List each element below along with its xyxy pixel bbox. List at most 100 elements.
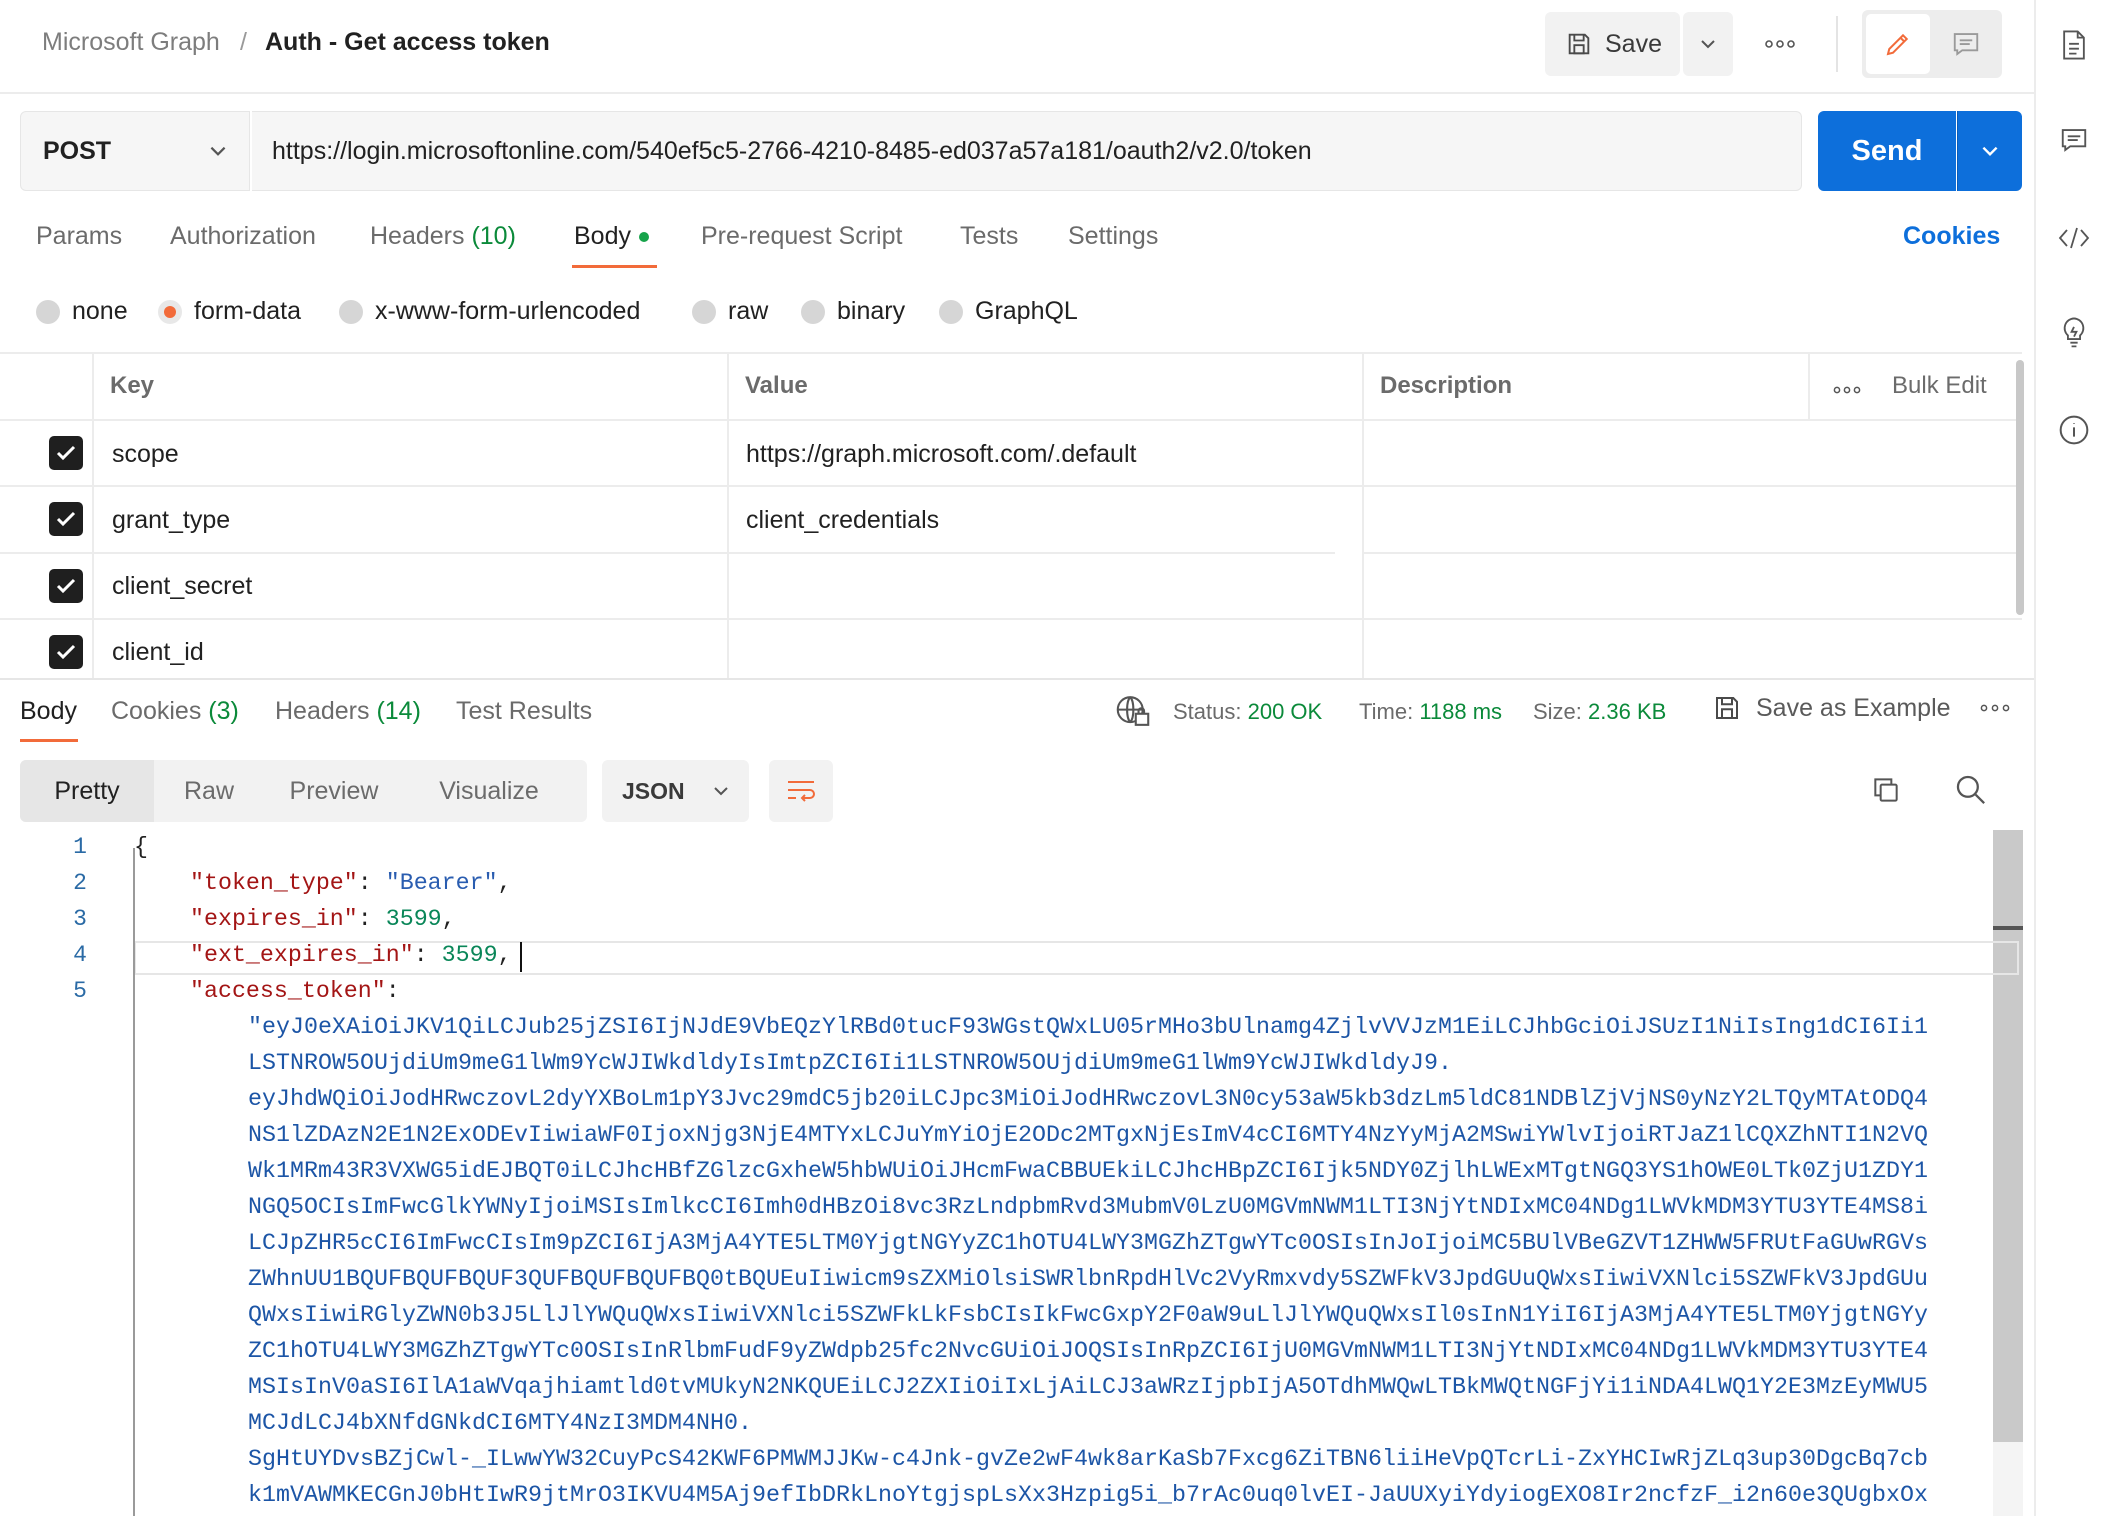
send-button[interactable]: Send — [1818, 111, 1956, 191]
response-pane-divider[interactable] — [0, 678, 2034, 680]
table-options-button[interactable] — [1833, 382, 1861, 400]
more-actions-button[interactable] — [1760, 26, 1800, 62]
response-more-button[interactable] — [1980, 700, 2010, 718]
tab-headers-label: Headers — [370, 222, 465, 250]
response-tab-cookies[interactable]: Cookies (3) — [111, 697, 239, 726]
row-enabled-checkbox[interactable] — [49, 436, 83, 470]
view-visualize[interactable]: Visualize — [404, 760, 574, 822]
url-value: https://login.microsoftonline.com/540ef5… — [272, 136, 1312, 165]
comment-mode-button[interactable] — [1934, 14, 1998, 74]
body-type-urlencoded[interactable]: x-www-form-urlencoded — [339, 297, 640, 326]
save-button[interactable]: Save — [1545, 12, 1680, 76]
more-horizontal-icon — [1833, 386, 1861, 394]
param-key[interactable]: client_secret — [112, 572, 252, 601]
copy-response-button[interactable] — [1870, 774, 1902, 811]
wrap-lines-button[interactable] — [769, 760, 833, 822]
access-token-line: k1mVAWMKECGnJ0bHtIwR9jtMrO3IKVU4M5Aj9efI… — [248, 1482, 1929, 1508]
tab-cookies-label: Cookies — [111, 697, 202, 725]
param-key[interactable]: client_id — [112, 638, 204, 667]
body-type-binary[interactable]: binary — [801, 297, 905, 326]
param-key[interactable]: scope — [112, 440, 179, 469]
send-options-dropdown[interactable] — [1957, 111, 2022, 191]
checkmark-icon — [56, 445, 76, 461]
cookies-link[interactable]: Cookies — [1903, 222, 2000, 251]
save-label: Save — [1605, 29, 1662, 58]
response-time[interactable]: Time: 1188 ms — [1359, 699, 1502, 725]
breadcrumb-collection[interactable]: Microsoft Graph — [42, 28, 220, 57]
body-type-label: form-data — [194, 297, 301, 325]
access-token-line: MCJdLCJ4bXNfdGNkdCI6MTY4NzI3MDM4NH0. — [248, 1410, 753, 1436]
response-tab-test-results[interactable]: Test Results — [456, 697, 592, 726]
comment-icon — [1953, 33, 1979, 56]
tab-headers[interactable]: Headers (10) — [370, 222, 516, 251]
param-value[interactable]: client_credentials — [746, 506, 939, 535]
search-response-button[interactable] — [1953, 772, 1987, 811]
body-modified-indicator — [638, 232, 649, 243]
floppy-disk-icon — [1716, 697, 1738, 719]
tab-prerequest-script[interactable]: Pre-request Script — [701, 222, 902, 251]
body-type-graphql[interactable]: GraphQL — [939, 297, 1078, 326]
tab-tests[interactable]: Tests — [960, 222, 1018, 251]
chevron-down-icon — [1982, 146, 1998, 157]
response-body-editor[interactable]: 1 2 3 4 5 { "token_type": "Bearer", "exp… — [0, 830, 2000, 1516]
info-icon[interactable] — [2054, 410, 2094, 450]
column-header-key: Key — [110, 372, 155, 399]
param-value[interactable]: https://graph.microsoft.com/.default — [746, 440, 1136, 469]
access-token-line: LSTNROW5OUjdiUm9meG1lWm9YcWJIWkdldyIsImt… — [248, 1050, 1453, 1076]
network-globe-icon[interactable] — [1115, 694, 1151, 733]
url-input[interactable]: https://login.microsoftonline.com/540ef5… — [252, 111, 1802, 191]
response-size[interactable]: Size: 2.36 KB — [1533, 699, 1666, 725]
tab-settings[interactable]: Settings — [1068, 222, 1158, 251]
comments-icon[interactable] — [2054, 120, 2094, 160]
radio-button — [801, 299, 825, 324]
access-token-line: MSIsInV0aSI6IlA1aWVqajhiamtld0tvMUkyN2NK… — [248, 1374, 1929, 1400]
tab-authorization[interactable]: Authorization — [170, 222, 316, 251]
row-enabled-checkbox[interactable] — [49, 502, 83, 536]
code-snippet-icon[interactable] — [2054, 218, 2094, 258]
lightbulb-icon[interactable] — [2054, 313, 2094, 353]
body-type-form-data[interactable]: form-data — [158, 297, 301, 326]
response-status[interactable]: Status: 200 OK — [1173, 699, 1322, 725]
param-key[interactable]: grant_type — [112, 506, 230, 535]
checkmark-icon — [56, 511, 76, 527]
view-pretty[interactable]: Pretty — [20, 760, 154, 822]
http-method-value: POST — [43, 136, 112, 165]
body-type-raw[interactable]: raw — [692, 297, 768, 326]
body-type-label: raw — [728, 297, 769, 325]
more-horizontal-icon — [1765, 40, 1795, 48]
body-type-label: none — [72, 297, 128, 325]
json-line-access-token: "access_token": — [190, 978, 400, 1004]
json-key: "access_token" — [190, 978, 386, 1004]
table-scrollbar[interactable] — [2016, 360, 2024, 615]
body-type-label: binary — [837, 297, 906, 325]
save-options-dropdown[interactable] — [1683, 12, 1733, 76]
view-preview[interactable]: Preview — [264, 760, 404, 822]
tab-params[interactable]: Params — [36, 222, 122, 251]
checkmark-icon — [56, 644, 76, 660]
request-title[interactable]: Auth - Get access token — [265, 28, 550, 57]
documentation-icon[interactable] — [2054, 25, 2094, 65]
tab-body[interactable]: Body — [574, 222, 649, 251]
search-icon — [1956, 775, 1985, 804]
view-raw[interactable]: Raw — [154, 760, 264, 822]
chevron-down-icon — [210, 146, 226, 156]
column-header-value: Value — [745, 372, 808, 399]
radio-button — [36, 299, 60, 324]
bulk-edit-button[interactable]: Bulk Edit — [1892, 372, 1987, 400]
pencil-icon — [1886, 33, 1909, 56]
response-tab-headers[interactable]: Headers (14) — [275, 697, 421, 726]
right-context-bar — [2034, 0, 2112, 1516]
floppy-disk-icon — [1568, 33, 1590, 55]
response-format-select[interactable]: JSON — [602, 760, 749, 822]
row-enabled-checkbox[interactable] — [49, 569, 83, 603]
http-method-select[interactable]: POST — [20, 111, 250, 191]
tab-cookies-count: (3) — [208, 697, 239, 725]
edit-mode-button[interactable] — [1866, 14, 1930, 74]
body-type-none[interactable]: none — [36, 297, 128, 326]
response-tab-body[interactable]: Body — [20, 697, 77, 726]
format-value: JSON — [622, 777, 685, 804]
more-horizontal-icon — [1980, 704, 2010, 712]
radio-button — [692, 299, 716, 324]
save-as-example-button[interactable]: Save as Example — [1712, 693, 1951, 723]
row-enabled-checkbox[interactable] — [49, 635, 83, 669]
